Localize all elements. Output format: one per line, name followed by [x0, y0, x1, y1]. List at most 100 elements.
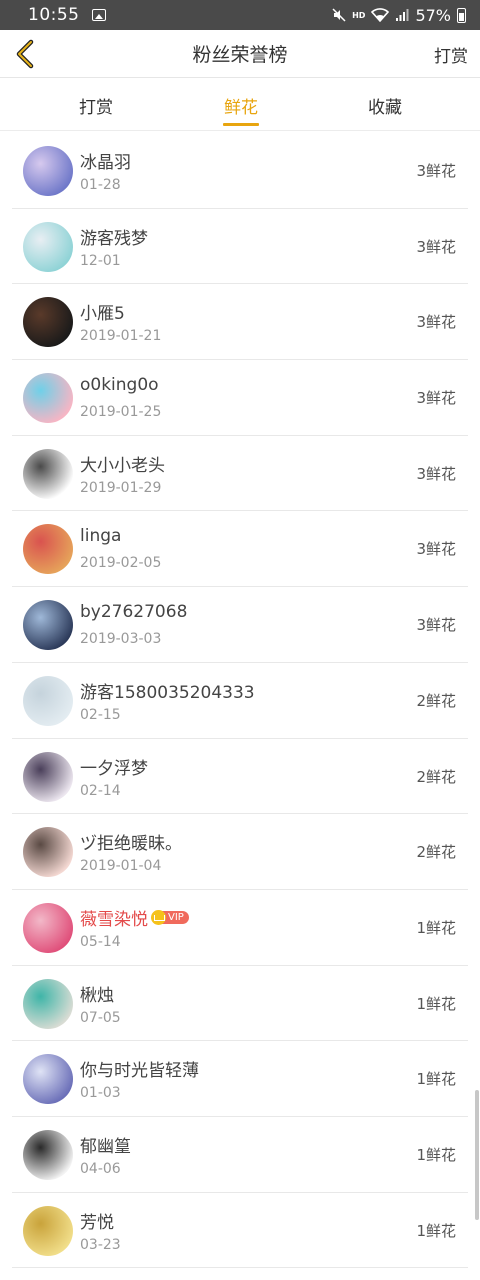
avatar[interactable] — [23, 675, 73, 726]
battery-percent: 57% — [415, 5, 451, 25]
fan-date: 2019-02-05 — [80, 555, 162, 572]
flower-count: 3鲜花 — [416, 616, 456, 635]
back-button[interactable] — [8, 36, 42, 72]
name-line: 游客1580035204333 — [80, 678, 255, 703]
signal-icon — [396, 9, 409, 21]
avatar[interactable] — [23, 1129, 73, 1180]
name-line: ヅ拒绝暖昧。 — [80, 829, 182, 854]
name-line: 游客残梦 — [80, 224, 148, 249]
name-line: 小雁5 — [80, 299, 125, 324]
vip-label: VIP — [162, 910, 189, 924]
mute-icon — [332, 8, 346, 22]
avatar[interactable] — [23, 978, 73, 1029]
fan-date: 2019-01-25 — [80, 404, 162, 421]
status-right: HD 57% — [332, 6, 466, 25]
nav-bar: 粉丝荣誉榜 打赏 — [0, 30, 480, 78]
name-line: 郁幽篁 — [80, 1132, 131, 1157]
name-line: 薇雪染悦 VIP — [80, 905, 189, 930]
avatar[interactable] — [23, 751, 73, 802]
scrollbar[interactable] — [475, 1090, 479, 1220]
fan-name: 大小小老头 — [80, 455, 165, 476]
avatar[interactable] — [23, 827, 73, 878]
fan-name: o0king0o — [80, 375, 159, 396]
fan-date: 2019-01-04 — [80, 858, 162, 875]
list-item[interactable]: 游客残梦 12-01 3鲜花 — [12, 209, 468, 285]
fan-date: 02-14 — [80, 782, 121, 799]
avatar[interactable] — [23, 146, 73, 196]
flower-count: 1鲜花 — [416, 918, 456, 937]
list-item[interactable]: ヅ拒绝暖昧。 2019-01-04 2鲜花 — [12, 814, 468, 890]
name-line: 一夕浮梦 — [80, 754, 148, 779]
chevron-left-icon — [16, 39, 34, 69]
flower-count: 1鲜花 — [416, 1070, 456, 1089]
fan-name: linga — [80, 526, 122, 547]
tab-flowers-label: 鲜花 — [224, 97, 258, 118]
avatar[interactable] — [23, 221, 73, 272]
fan-name: 郁幽篁 — [80, 1136, 131, 1157]
fan-date: 07-05 — [80, 1009, 121, 1026]
avatar[interactable] — [23, 902, 73, 953]
tab-collect[interactable]: 收藏 — [325, 79, 445, 131]
tab-bar: 打赏 鲜花 收藏 — [0, 79, 480, 131]
list-item[interactable]: 冰晶羽 01-28 3鲜花 — [12, 133, 468, 209]
fan-list: 冰晶羽 01-28 3鲜花 游客残梦 12-01 3鲜花 小雁5 2019-01-21 3鲜花 o… — [12, 133, 468, 1269]
flower-count: 3鲜花 — [416, 313, 456, 332]
flower-count: 2鲜花 — [416, 767, 456, 786]
fan-name: 薇雪染悦 — [80, 909, 148, 930]
fan-name: by27627068 — [80, 602, 188, 623]
list-item[interactable]: 薇雪染悦 VIP 05-14 1鲜花 — [12, 890, 468, 966]
name-line: linga — [80, 526, 121, 546]
avatar[interactable] — [23, 600, 73, 651]
fan-name: 冰晶羽 — [80, 153, 131, 173]
flower-count: 3鲜花 — [416, 237, 456, 256]
reward-button[interactable]: 打赏 — [434, 30, 468, 78]
fan-date: 2019-01-29 — [80, 479, 162, 496]
fan-name: 游客1580035204333 — [80, 682, 255, 703]
vip-badge: VIP — [151, 909, 189, 925]
fan-date: 05-14 — [80, 933, 121, 950]
flower-count: 3鲜花 — [416, 389, 456, 408]
flower-count: 2鲜花 — [416, 843, 456, 862]
list-item[interactable]: 小雁5 2019-01-21 3鲜花 — [12, 284, 468, 361]
fan-name: 楸烛 — [80, 985, 114, 1006]
avatar[interactable] — [23, 297, 73, 348]
flower-count: 1鲜花 — [416, 994, 456, 1013]
flower-count: 1鲜花 — [416, 1221, 456, 1240]
list-item[interactable]: 大小小老头 2019-01-29 3鲜花 — [12, 436, 468, 512]
avatar[interactable] — [23, 448, 73, 499]
status-left: 10:55 — [28, 5, 106, 25]
list-item[interactable]: 游客1580035204333 02-15 2鲜花 — [12, 663, 468, 739]
fan-date: 12-01 — [80, 252, 121, 269]
list-item[interactable]: 芳悦 03-23 1鲜花 — [12, 1193, 468, 1269]
fan-name: 你与时光皆轻薄 — [80, 1061, 199, 1082]
avatar[interactable] — [23, 1205, 73, 1256]
tab-active-indicator — [223, 123, 259, 126]
fan-date: 2019-03-03 — [80, 631, 162, 648]
list-item[interactable]: o0king0o 2019-01-25 3鲜花 — [12, 360, 468, 436]
fan-date: 03-23 — [80, 1236, 121, 1253]
name-line: 楸烛 — [80, 981, 114, 1006]
hd-badge: HD — [352, 10, 366, 20]
avatar[interactable] — [23, 1054, 73, 1105]
avatar[interactable] — [23, 524, 73, 575]
fan-date: 2019-01-21 — [80, 328, 162, 345]
fan-name: ヅ拒绝暖昧。 — [80, 834, 182, 855]
list-item[interactable]: 你与时光皆轻薄 01-03 1鲜花 — [12, 1041, 468, 1117]
avatar[interactable] — [23, 373, 73, 424]
list-item[interactable]: by27627068 2019-03-03 3鲜花 — [12, 587, 468, 663]
tab-collect-label: 收藏 — [368, 97, 402, 118]
fan-name: 一夕浮梦 — [80, 758, 148, 779]
flower-count: 2鲜花 — [416, 691, 456, 710]
status-bar: 10:55 HD 57% — [0, 0, 480, 30]
name-line: 冰晶羽 — [80, 148, 131, 173]
flower-count: 3鲜花 — [416, 162, 456, 180]
tab-reward[interactable]: 打赏 — [36, 79, 156, 131]
name-line: 你与时光皆轻薄 — [80, 1056, 199, 1081]
tab-flowers[interactable]: 鲜花 — [181, 79, 301, 131]
list-item[interactable]: 一夕浮梦 02-14 2鲜花 — [12, 739, 468, 815]
list-item[interactable]: 楸烛 07-05 1鲜花 — [12, 966, 468, 1042]
battery-icon — [457, 7, 466, 23]
list-item[interactable]: linga 2019-02-05 3鲜花 — [12, 511, 468, 588]
list-item[interactable]: 郁幽篁 04-06 1鲜花 — [12, 1117, 468, 1193]
wifi-icon — [371, 8, 390, 22]
